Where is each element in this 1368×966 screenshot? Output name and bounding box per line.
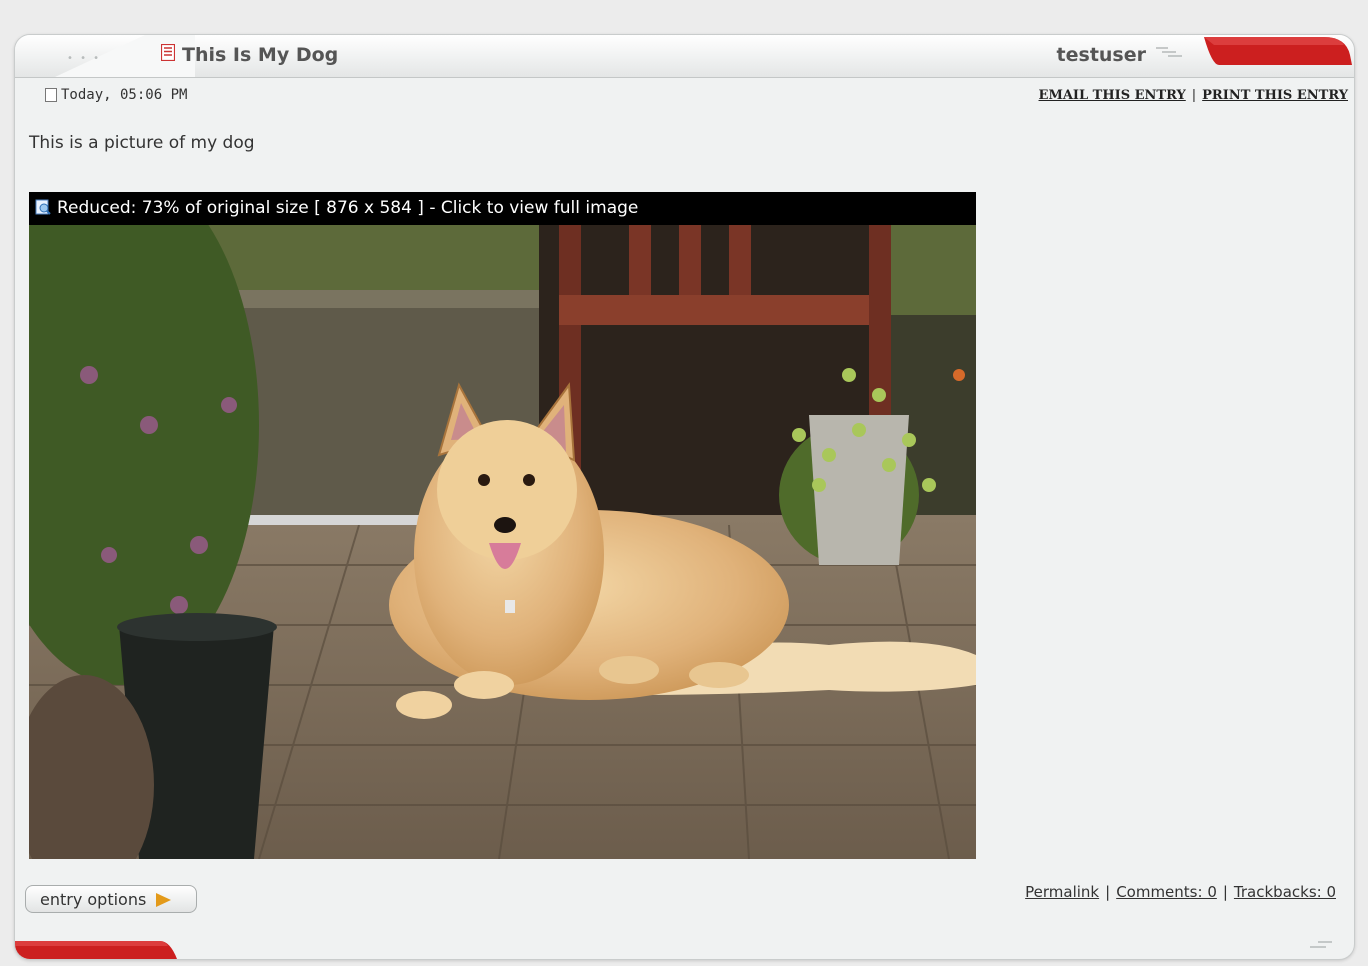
entry-options-label: entry options	[40, 890, 147, 909]
print-entry-link[interactable]: PRINT THIS ENTRY	[1202, 88, 1348, 103]
entry-header: • • • This Is My Dog testuser	[15, 35, 1354, 78]
entry-actions: EMAIL THIS ENTRY | PRINT THIS ENTRY	[1039, 88, 1348, 103]
footer-separator: |	[1105, 883, 1111, 901]
entry-title: This Is My Dog	[182, 44, 339, 66]
entry-options-button[interactable]: entry options	[25, 885, 197, 913]
action-separator: |	[1191, 88, 1197, 103]
footer-red-tab	[15, 941, 177, 959]
dog-photo[interactable]	[29, 225, 976, 859]
page-icon	[45, 88, 57, 102]
decorative-lines-icon	[1310, 941, 1332, 948]
document-icon	[161, 44, 175, 61]
image-caption-text: Reduced: 73% of original size [ 876 x 58…	[57, 198, 639, 218]
permalink-link[interactable]: Permalink	[1025, 883, 1099, 901]
entry-footer-links: Permalink | Comments: 0 | Trackbacks: 0	[1025, 883, 1336, 901]
entry-date-text: Today, 05:06 PM	[61, 87, 188, 103]
entry-image-block: Reduced: 73% of original size [ 876 x 58…	[29, 192, 976, 859]
footer-separator: |	[1222, 883, 1228, 901]
blog-entry-panel: • • • This Is My Dog testuser Today, 05:…	[14, 34, 1355, 960]
comments-link[interactable]: Comments: 0	[1116, 883, 1217, 901]
header-red-tab	[1204, 37, 1352, 65]
entry-date: Today, 05:06 PM	[45, 87, 187, 103]
decorative-dots-icon: • • •	[67, 53, 102, 64]
image-icon	[35, 199, 51, 215]
author-username[interactable]: testuser	[1057, 44, 1146, 66]
entry-body-text: This is a picture of my dog	[29, 133, 255, 153]
image-resize-caption[interactable]: Reduced: 73% of original size [ 876 x 58…	[29, 192, 976, 225]
email-entry-link[interactable]: EMAIL THIS ENTRY	[1039, 88, 1186, 103]
trackbacks-link[interactable]: Trackbacks: 0	[1234, 883, 1336, 901]
arrow-right-icon	[156, 893, 172, 907]
